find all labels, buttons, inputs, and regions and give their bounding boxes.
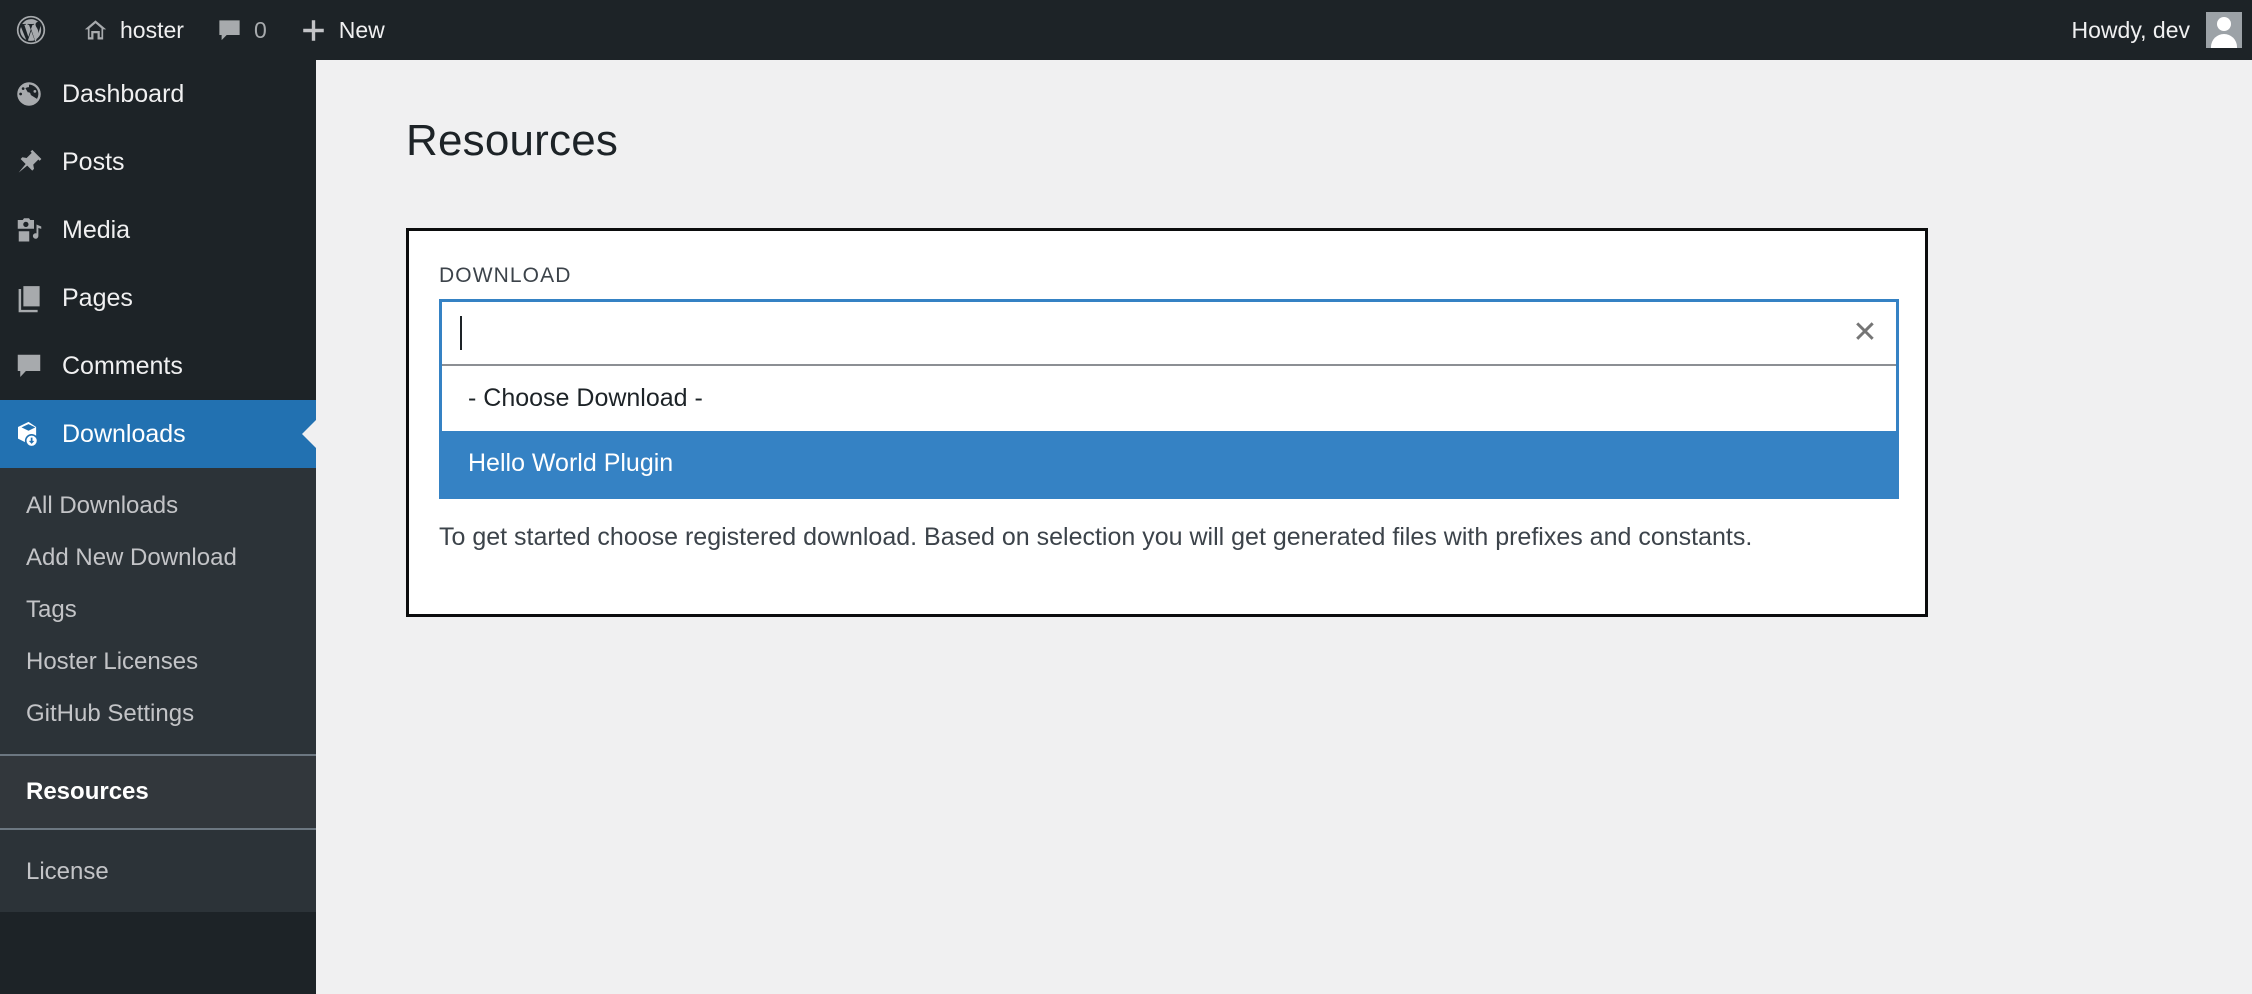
download-help-text: To get started choose registered downloa… [439, 523, 1753, 551]
sidebar-item-label: Comments [62, 351, 183, 380]
comment-bubble-icon [14, 351, 44, 381]
howdy-label: Howdy, dev [2071, 16, 2190, 43]
submenu-item-label: Resources [26, 778, 149, 805]
resources-card: DOWNLOAD ✕ - Choose Download - Hello Wor… [406, 228, 1928, 617]
sidebar-item-label: Media [62, 215, 131, 244]
download-select-wrapper: ✕ - Choose Download - Hello World Plugin [439, 299, 1899, 499]
main-content-area: Resources DOWNLOAD ✕ - Choose Download -… [316, 60, 2252, 994]
sidebar-item-label: Pages [62, 283, 133, 312]
home-icon [82, 17, 109, 44]
media-camera-music-icon [14, 215, 44, 245]
comment-bubble-icon [216, 17, 243, 44]
sidebar-item-add-new-download[interactable]: Add New Download [0, 532, 316, 584]
new-content-button[interactable]: New [283, 0, 401, 60]
wordpress-logo-button[interactable] [0, 0, 66, 60]
sidebar-item-tags[interactable]: Tags [0, 584, 316, 636]
sidebar-item-dashboard[interactable]: Dashboard [0, 60, 316, 128]
download-option-choose[interactable]: - Choose Download - [442, 366, 1896, 431]
account-menu-button[interactable]: Howdy, dev [2056, 0, 2252, 60]
sidebar-item-label: Downloads [62, 419, 186, 448]
sidebar-item-posts[interactable]: Posts [0, 128, 316, 196]
sidebar-item-hoster-licenses[interactable]: Hoster Licenses [0, 636, 316, 688]
current-menu-arrow-icon [302, 420, 316, 448]
text-caret [460, 316, 462, 350]
site-name-button[interactable]: hoster [66, 0, 200, 60]
download-field-label: DOWNLOAD [439, 264, 572, 287]
downloads-submenu: All Downloads Add New Download Tags Host… [0, 468, 316, 912]
dashboard-gauge-icon [14, 79, 44, 109]
submenu-item-label: GitHub Settings [26, 700, 195, 727]
sidebar-item-downloads[interactable]: Downloads [0, 400, 316, 468]
close-x-icon[interactable]: ✕ [1850, 318, 1880, 348]
pages-document-icon [14, 283, 44, 313]
submenu-item-label: All Downloads [26, 492, 179, 519]
submenu-item-label: License [26, 858, 109, 885]
sidebar-item-label: Posts [62, 147, 125, 176]
page-title: Resources [406, 116, 619, 165]
download-select-box[interactable]: ✕ - Choose Download - Hello World Plugin [439, 299, 1899, 499]
plus-icon [299, 16, 328, 45]
sidebar-item-github-settings[interactable]: GitHub Settings [0, 688, 316, 740]
submenu-item-label: Tags [26, 596, 77, 623]
comments-count: 0 [253, 16, 267, 43]
sidebar-item-pages[interactable]: Pages [0, 264, 316, 332]
option-label: Hello World Plugin [468, 449, 674, 477]
option-label: - Choose Download - [468, 384, 703, 412]
download-search-input[interactable]: ✕ [442, 302, 1896, 366]
pushpin-icon [14, 147, 44, 177]
sidebar-item-comments[interactable]: Comments [0, 332, 316, 400]
admin-sidebar-menu: Dashboard Posts Media Pages Comments Dow… [0, 60, 316, 994]
sidebar-item-media[interactable]: Media [0, 196, 316, 264]
admin-bar: hoster 0 New Howdy, dev [0, 0, 2252, 60]
submenu-item-label: Add New Download [26, 544, 237, 571]
sidebar-item-label: Dashboard [62, 79, 185, 108]
download-option-hello-world-plugin[interactable]: Hello World Plugin [442, 431, 1896, 496]
download-box-icon [14, 419, 44, 449]
submenu-item-label: Hoster Licenses [26, 648, 199, 675]
sidebar-item-license[interactable]: License [0, 846, 316, 898]
wordpress-logo-icon [14, 13, 48, 47]
new-content-label: New [338, 16, 385, 43]
site-name-label: hoster [120, 16, 184, 43]
sidebar-item-resources[interactable]: Resources [0, 754, 316, 830]
comments-button[interactable]: 0 [200, 0, 283, 60]
sidebar-item-all-downloads[interactable]: All Downloads [0, 480, 316, 532]
avatar [2206, 12, 2242, 48]
